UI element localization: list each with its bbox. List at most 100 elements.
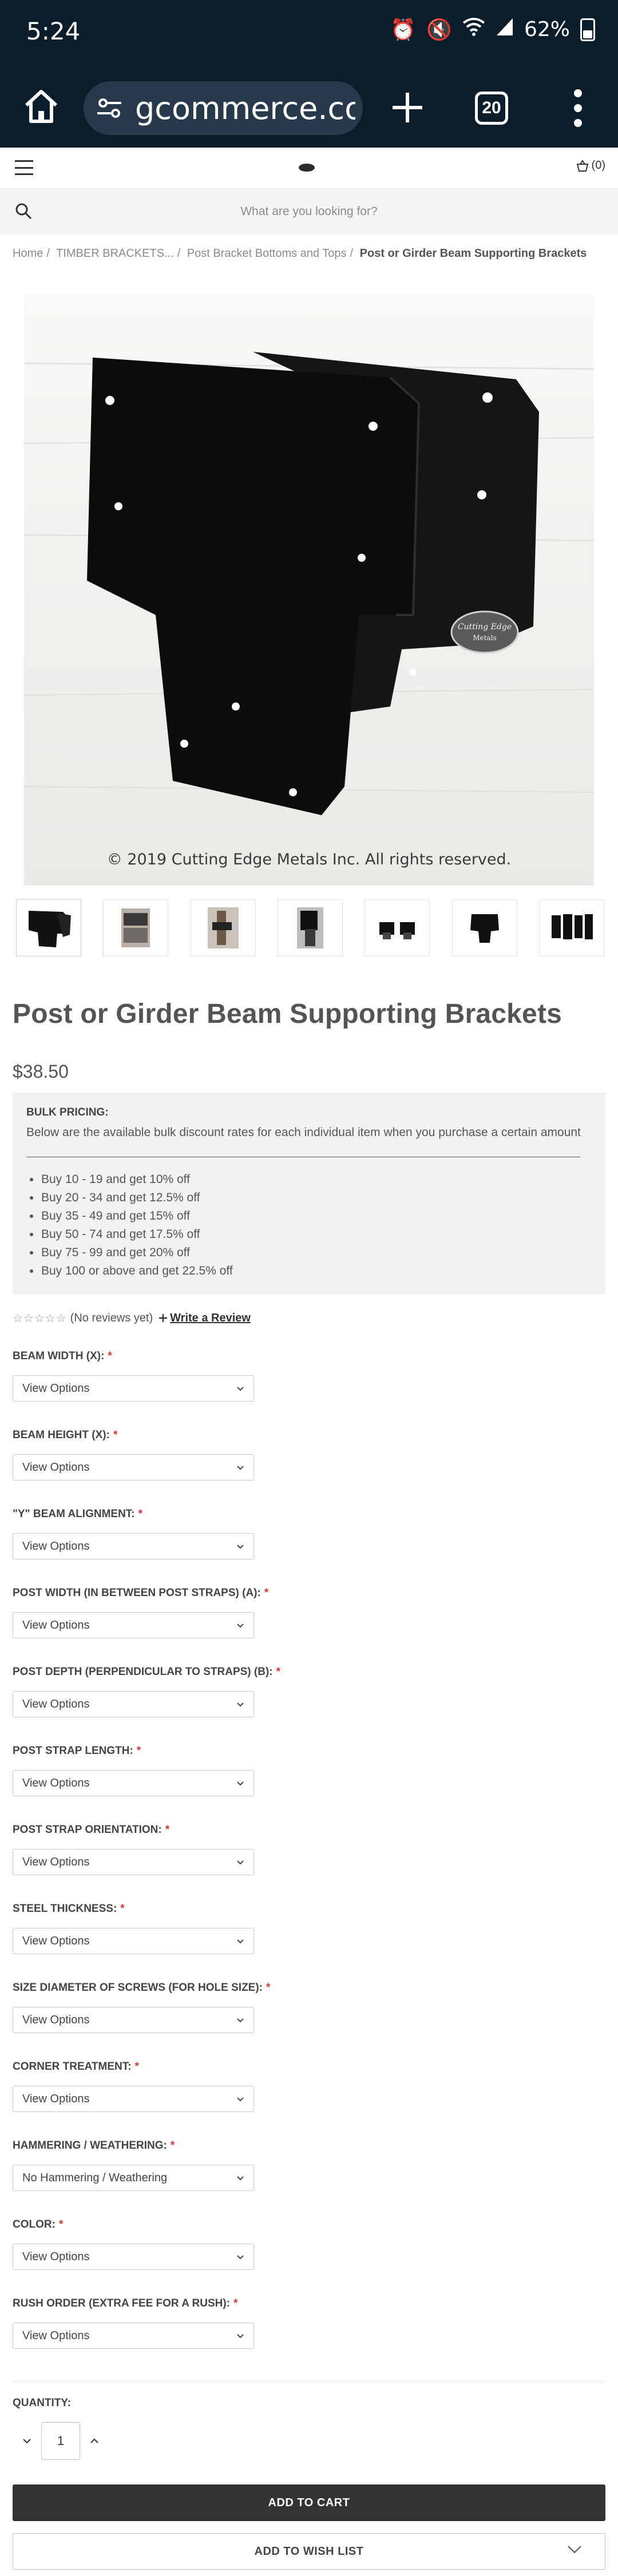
breadcrumb-current: Post or Girder Beam Supporting Brackets <box>359 247 587 260</box>
product-title: Post or Girder Beam Supporting Brackets <box>13 999 562 1029</box>
chevron-down-icon <box>237 1465 244 1470</box>
option-label-text: BEAM WIDTH (X): <box>13 1350 105 1362</box>
thumbnail-4[interactable] <box>277 899 343 956</box>
chevron-down-icon <box>237 2176 244 2180</box>
site-settings-icon[interactable] <box>84 97 135 120</box>
option-select[interactable]: View Options <box>13 2244 254 2270</box>
option-select[interactable]: No Hammering / Weathering <box>13 2165 254 2191</box>
bulk-tier: Buy 35 - 49 and get 15% off <box>26 1207 233 1225</box>
product-options-form: BEAM WIDTH (X): * View Options BEAM HEIGHT … <box>13 1350 605 2376</box>
option-select[interactable]: View Options <box>13 2086 254 2112</box>
option-label-text: RUSH ORDER (EXTRA FEE FOR A RUSH): <box>13 2297 230 2309</box>
option-select[interactable]: View Options <box>13 1849 254 1875</box>
option-label-text: POST WIDTH (IN BETWEEN POST STRAPS) (A): <box>13 1587 261 1599</box>
chevron-down-icon <box>237 1860 244 1864</box>
add-to-cart-button[interactable]: ADD TO CART <box>13 2484 605 2521</box>
menu-icon[interactable] <box>15 160 33 175</box>
review-count: (No reviews yet) <box>70 1311 153 1324</box>
option-select[interactable]: View Options <box>13 1928 254 1954</box>
quantity-input[interactable] <box>41 2422 80 2460</box>
chevron-up-icon <box>90 2438 98 2443</box>
thumbnail-7[interactable] <box>538 899 604 956</box>
option-label: RUSH ORDER (EXTRA FEE FOR A RUSH): * <box>13 2297 605 2315</box>
option-select[interactable]: View Options <box>13 2323 254 2349</box>
thumbnail-5[interactable] <box>365 899 430 956</box>
option-selected-value: No Hammering / Weathering <box>22 2171 168 2184</box>
breadcrumb-timber-brackets[interactable]: TIMBER BRACKETS... <box>56 247 174 260</box>
product-option: RUSH ORDER (EXTRA FEE FOR A RUSH): * View … <box>13 2297 605 2376</box>
home-icon <box>25 90 58 123</box>
option-label-text: POST STRAP ORIENTATION: <box>13 1824 162 1836</box>
search-input[interactable] <box>46 195 572 229</box>
required-marker: * <box>58 2218 64 2230</box>
battery-percent: 62% <box>524 18 570 41</box>
option-selected-value: View Options <box>22 1697 90 1710</box>
chevron-down-icon <box>237 2018 244 2022</box>
quantity-decrease-button[interactable] <box>13 2422 41 2460</box>
breadcrumb-post-bracket[interactable]: Post Bracket Bottoms and Tops <box>187 247 347 260</box>
product-option: "Y" BEAM ALIGNMENT: * View Options <box>13 1508 605 1587</box>
cart-link[interactable]: (0) <box>576 159 605 172</box>
alarm-icon: ⏰ <box>390 18 417 42</box>
status-icons: ⏰ 🔇 62% <box>390 17 595 42</box>
option-label: HAMMERING / WEATHERING: * <box>13 2140 605 2157</box>
required-marker: * <box>120 1903 125 1915</box>
required-marker: * <box>276 1666 281 1678</box>
bulk-pricing-heading: BULK PRICING: <box>26 1106 109 1118</box>
option-label: COLOR: * <box>13 2218 605 2236</box>
url-text: gcommerce.com <box>135 90 355 126</box>
option-select[interactable]: View Options <box>13 2007 254 2033</box>
basket-icon <box>576 159 588 172</box>
bulk-tier: Buy 100 or above and get 22.5% off <box>26 1262 233 1280</box>
option-selected-value: View Options <box>22 2013 90 2026</box>
option-select[interactable]: View Options <box>13 1612 254 1638</box>
thumbnail-6[interactable] <box>451 899 517 956</box>
tab-switcher-button[interactable]: 20 <box>475 92 508 125</box>
write-review-link[interactable]: Write a Review <box>159 1312 251 1325</box>
chevron-down-icon <box>237 1939 244 1943</box>
status-time: 5:24 <box>26 17 81 45</box>
thumbnail-3[interactable] <box>190 899 256 956</box>
bulk-tier: Buy 50 - 74 and get 17.5% off <box>26 1225 233 1244</box>
image-watermark: © 2019 Cutting Edge Metals Inc. All righ… <box>106 851 512 868</box>
required-marker: * <box>108 1350 112 1362</box>
product-rating: ☆☆☆☆☆ (No reviews yet) Write a Review <box>13 1311 251 1325</box>
option-label: CORNER TREATMENT: * <box>13 2061 605 2078</box>
option-select[interactable]: View Options <box>13 1375 254 1402</box>
product-option: COLOR: * View Options <box>13 2218 605 2297</box>
breadcrumb-home[interactable]: Home <box>13 247 43 260</box>
product-option: BEAM HEIGHT (X): * View Options <box>13 1429 605 1508</box>
chevron-down-icon <box>237 2255 244 2259</box>
option-select[interactable]: View Options <box>13 1691 254 1717</box>
site-logo[interactable] <box>299 164 315 172</box>
bracket-photo: Cutting Edge Metals <box>24 295 594 886</box>
product-option: BEAM WIDTH (X): * View Options <box>13 1350 605 1429</box>
option-select[interactable]: View Options <box>13 1770 254 1796</box>
thumbnail-1[interactable] <box>16 899 81 956</box>
required-marker: * <box>136 1745 141 1757</box>
address-bar[interactable]: gcommerce.com <box>84 81 363 135</box>
option-selected-value: View Options <box>22 1618 90 1632</box>
wishlist-label: ADD TO WISH LIST <box>254 2545 364 2558</box>
site-header: (0) <box>0 148 618 189</box>
add-to-wishlist-button[interactable]: ADD TO WISH LIST <box>13 2533 605 2570</box>
browser-menu-button[interactable] <box>566 86 589 130</box>
option-label: POST STRAP ORIENTATION: * <box>13 1824 605 1841</box>
required-marker: * <box>170 2140 175 2152</box>
thumbnail-2[interactable] <box>103 899 169 956</box>
chevron-down-icon <box>237 1702 244 1706</box>
option-label-text: HAMMERING / WEATHERING: <box>13 2140 167 2152</box>
product-main-image[interactable]: Cutting Edge Metals © 2019 Cutting Edge … <box>24 295 594 886</box>
product-option: HAMMERING / WEATHERING: * No Hammering / W… <box>13 2140 605 2218</box>
search-icon[interactable] <box>15 203 32 220</box>
quantity-increase-button[interactable] <box>80 2422 109 2460</box>
chevron-down-icon <box>237 1781 244 1785</box>
option-label: "Y" BEAM ALIGNMENT: * <box>13 1508 605 1525</box>
option-select[interactable]: View Options <box>13 1454 254 1480</box>
new-tab-button[interactable] <box>389 89 426 126</box>
home-button[interactable] <box>21 86 62 127</box>
option-select[interactable]: View Options <box>13 1533 254 1559</box>
required-marker: * <box>113 1429 118 1441</box>
bulk-tier: Buy 75 - 99 and get 20% off <box>26 1244 233 1262</box>
signal-icon <box>496 17 514 42</box>
